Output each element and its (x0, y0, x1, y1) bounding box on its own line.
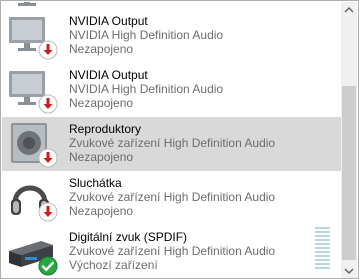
scroll-down-button[interactable] (341, 262, 357, 278)
device-texts: NVIDIA Output NVIDIA High Definition Aud… (69, 14, 223, 56)
device-name: NVIDIA Output (69, 14, 148, 28)
default-checkmark-icon (38, 256, 58, 276)
device-status: Nezapojeno (69, 42, 134, 56)
device-texts: Digitální zvuk (SPDIF) Zvukové zařízení … (69, 230, 275, 272)
device-row-nvidia-output-1[interactable]: NVIDIA Output NVIDIA High Definition Aud… (2, 9, 342, 63)
device-row-nvidia-output-2[interactable]: NVIDIA Output NVIDIA High Definition Aud… (2, 63, 342, 117)
device-name: Reproduktory (69, 122, 142, 136)
disconnected-arrow-icon (38, 148, 58, 168)
device-texts: Reproduktory Zvukové zařízení High Defin… (69, 122, 275, 164)
device-status: Nezapojeno (69, 96, 134, 110)
device-name: Digitální zvuk (SPDIF) (69, 230, 188, 244)
device-row-sluchatka[interactable]: Sluchátka Zvukové zařízení High Definiti… (2, 171, 342, 225)
device-description: Zvukové zařízení High Definition Audio (69, 244, 276, 258)
disconnected-arrow-icon (38, 40, 58, 60)
device-row-reproduktory[interactable]: Reproduktory Zvukové zařízení High Defin… (2, 117, 342, 171)
device-name: Sluchátka (69, 176, 122, 190)
level-meter (315, 227, 330, 269)
device-name: NVIDIA Output (69, 68, 148, 82)
device-row-digitalni-zvuk[interactable]: Digitální zvuk (SPDIF) Zvukové zařízení … (2, 225, 342, 278)
device-description: Zvukové zařízení High Definition Audio (69, 136, 276, 150)
device-texts: Sluchátka Zvukové zařízení High Definiti… (69, 176, 275, 218)
device-description: Zvukové zařízení High Definition Audio (69, 190, 276, 204)
device-status: Nezapojeno (69, 150, 134, 164)
scroll-thumb[interactable] (342, 86, 356, 260)
device-status: Výchozí zařízení (69, 258, 158, 272)
vertical-scrollbar[interactable] (341, 2, 357, 278)
device-texts: NVIDIA Output NVIDIA High Definition Aud… (69, 68, 223, 110)
device-list[interactable]: NVIDIA Output NVIDIA High Definition Aud… (2, 2, 342, 278)
device-status: Nezapojeno (69, 204, 134, 218)
disconnected-arrow-icon (38, 202, 58, 222)
scroll-up-button[interactable] (341, 2, 357, 19)
device-description: NVIDIA High Definition Audio (69, 82, 224, 96)
disconnected-arrow-icon (38, 94, 58, 114)
playback-devices-panel: NVIDIA Output NVIDIA High Definition Aud… (0, 0, 359, 279)
device-description: NVIDIA High Definition Audio (69, 28, 224, 42)
